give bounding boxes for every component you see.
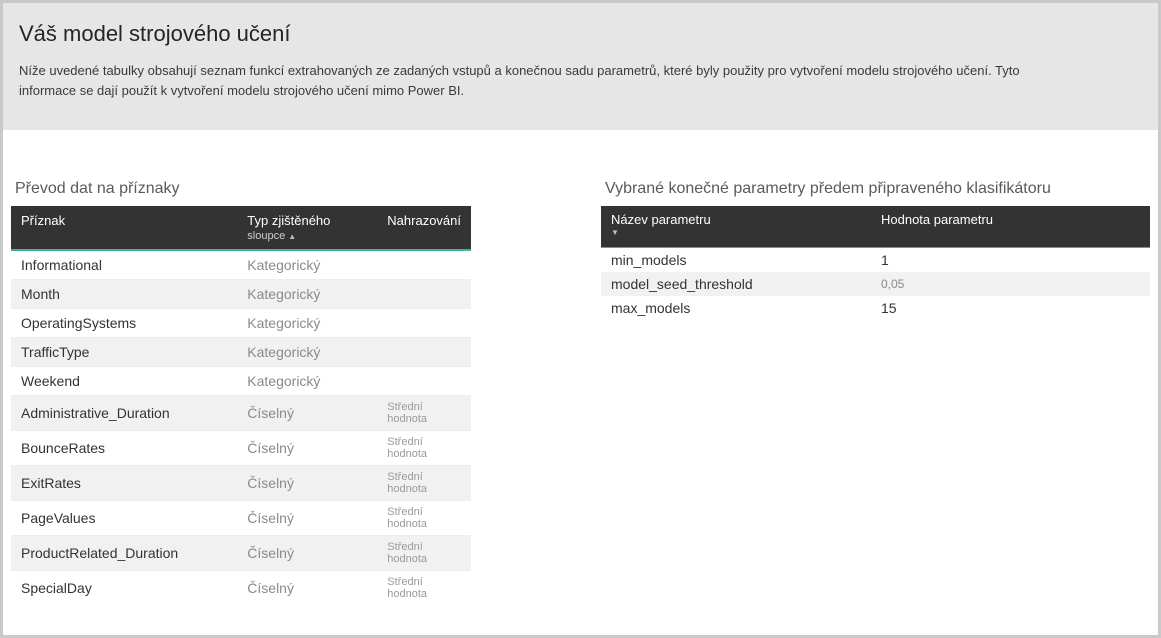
col-label-line1: Typ zjištěného xyxy=(247,213,367,228)
feature-type: Kategorický xyxy=(237,337,377,366)
feature-type: Kategorický xyxy=(237,250,377,279)
table-row: SpecialDayČíselnýStřední hodnota xyxy=(11,570,471,605)
feature-replacement: Střední hodnota xyxy=(377,535,471,570)
sort-descending-icon: ▼ xyxy=(611,228,861,237)
table-row: PageValuesČíselnýStřední hodnota xyxy=(11,500,471,535)
sort-ascending-icon: ▲ xyxy=(288,232,296,241)
header-section: Váš model strojového učení Níže uvedené … xyxy=(3,3,1158,130)
col-label: Příznak xyxy=(21,213,65,228)
features-col-type[interactable]: Typ zjištěného sloupce ▲ xyxy=(237,206,377,250)
feature-name: PageValues xyxy=(11,500,237,535)
feature-replacement xyxy=(377,250,471,279)
feature-name: Weekend xyxy=(11,366,237,395)
features-col-feature[interactable]: Příznak xyxy=(11,206,237,250)
page-description: Níže uvedené tabulky obsahují seznam fun… xyxy=(19,61,1069,100)
col-label: Hodnota parametru xyxy=(881,212,993,227)
feature-replacement: Střední hodnota xyxy=(377,570,471,605)
params-title: Vybrané konečné parametry předem připrav… xyxy=(601,180,1150,198)
table-row: InformationalKategorický xyxy=(11,250,471,279)
feature-name: ProductRelated_Duration xyxy=(11,535,237,570)
features-title: Převod dat na příznaky xyxy=(11,180,471,198)
col-label-line2: sloupce ▲ xyxy=(247,230,367,242)
feature-type: Číselný xyxy=(237,500,377,535)
table-row: Administrative_DurationČíselnýStřední ho… xyxy=(11,395,471,430)
feature-type: Kategorický xyxy=(237,308,377,337)
table-row: MonthKategorický xyxy=(11,279,471,308)
features-table: Příznak Typ zjištěného sloupce ▲ Nahrazo… xyxy=(11,206,471,605)
feature-type: Číselný xyxy=(237,535,377,570)
feature-replacement: Střední hodnota xyxy=(377,430,471,465)
feature-replacement xyxy=(377,279,471,308)
feature-name: BounceRates xyxy=(11,430,237,465)
feature-name: SpecialDay xyxy=(11,570,237,605)
table-row: min_models1 xyxy=(601,248,1150,273)
feature-name: Month xyxy=(11,279,237,308)
params-section: Vybrané konečné parametry předem připrav… xyxy=(601,180,1150,605)
feature-replacement xyxy=(377,337,471,366)
table-row: WeekendKategorický xyxy=(11,366,471,395)
table-row: ProductRelated_DurationČíselnýStřední ho… xyxy=(11,535,471,570)
table-row: TrafficTypeKategorický xyxy=(11,337,471,366)
features-col-repl[interactable]: Nahrazování xyxy=(377,206,471,250)
feature-name: ExitRates xyxy=(11,465,237,500)
feature-type: Číselný xyxy=(237,465,377,500)
param-name: max_models xyxy=(601,296,871,320)
col-label: Nahrazování xyxy=(387,213,461,228)
params-table: Název parametru ▼ Hodnota parametru min_… xyxy=(601,206,1150,320)
feature-replacement: Střední hodnota xyxy=(377,500,471,535)
param-value: 1 xyxy=(871,248,1150,273)
feature-type: Číselný xyxy=(237,430,377,465)
param-name: min_models xyxy=(601,248,871,273)
feature-name: TrafficType xyxy=(11,337,237,366)
feature-replacement: Střední hodnota xyxy=(377,395,471,430)
feature-type: Kategorický xyxy=(237,366,377,395)
feature-name: OperatingSystems xyxy=(11,308,237,337)
page-title: Váš model strojového učení xyxy=(19,21,1142,47)
content: Převod dat na příznaky Příznak Typ zjišt… xyxy=(3,130,1158,605)
feature-replacement: Střední hodnota xyxy=(377,465,471,500)
table-row: max_models15 xyxy=(601,296,1150,320)
feature-type: Číselný xyxy=(237,570,377,605)
table-row: ExitRatesČíselnýStřední hodnota xyxy=(11,465,471,500)
table-row: model_seed_threshold0,05 xyxy=(601,272,1150,296)
table-row: OperatingSystemsKategorický xyxy=(11,308,471,337)
param-value: 15 xyxy=(871,296,1150,320)
params-col-value[interactable]: Hodnota parametru xyxy=(871,206,1150,248)
feature-name: Administrative_Duration xyxy=(11,395,237,430)
feature-replacement xyxy=(377,308,471,337)
features-section: Převod dat na příznaky Příznak Typ zjišt… xyxy=(11,180,471,605)
table-row: BounceRatesČíselnýStřední hodnota xyxy=(11,430,471,465)
col-label: Název parametru xyxy=(611,212,711,227)
feature-replacement xyxy=(377,366,471,395)
feature-type: Číselný xyxy=(237,395,377,430)
feature-type: Kategorický xyxy=(237,279,377,308)
feature-name: Informational xyxy=(11,250,237,279)
params-col-name[interactable]: Název parametru ▼ xyxy=(601,206,871,248)
param-name: model_seed_threshold xyxy=(601,272,871,296)
param-value: 0,05 xyxy=(871,272,1150,296)
